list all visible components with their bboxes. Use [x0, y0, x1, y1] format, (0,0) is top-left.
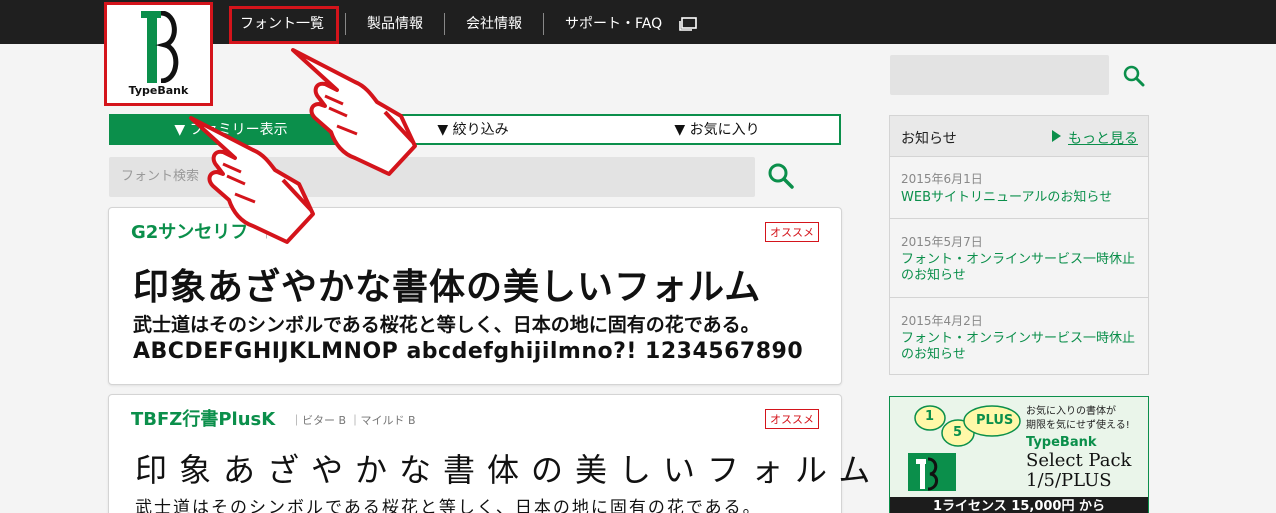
bubble-plus: PLUS — [976, 413, 1014, 428]
font-card[interactable]: TBFZ行書PlusK ｜ビター B ｜マイルド B オススメ 印象あざやかな書… — [108, 394, 870, 513]
news-item[interactable]: 2015年5月7日 フォント・オンラインサービス一時休止のお知らせ — [890, 219, 1148, 298]
page: { "nav": { "items": ["フォント一覧", "製品情報", "… — [0, 0, 1276, 513]
news-more-link[interactable]: もっと見る — [1068, 128, 1138, 148]
news-date: 2015年6月1日 — [901, 172, 983, 186]
news-panel: お知らせ もっと見る 2015年6月1日 WEBサイトリニューアルのお知らせ 2… — [889, 115, 1149, 375]
news-date: 2015年4月2日 — [901, 314, 983, 328]
promo-line2: 期限を気にせず使える! — [1026, 420, 1130, 431]
external-window-icon — [679, 17, 697, 31]
news-link[interactable]: フォント・オンラインサービス一時休止のお知らせ — [901, 331, 1141, 363]
bubble-five: 5 — [953, 425, 963, 440]
search-icon[interactable] — [1123, 65, 1145, 87]
tab-favorites[interactable]: ▼ お気に入り — [595, 116, 839, 143]
font-weights-label: ビター B ｜マイルド B — [302, 414, 416, 427]
nav-products[interactable]: 製品情報 — [367, 0, 423, 44]
font-name[interactable]: TBFZ行書PlusK — [131, 405, 275, 431]
typebank-logo[interactable]: TypeBank — [104, 2, 213, 106]
bubble-one: 1 — [925, 409, 935, 424]
sample-large: 印象あざやかな書体の美しいフォルム — [133, 267, 762, 308]
news-item[interactable]: 2015年4月2日 フォント・オンラインサービス一時休止のお知らせ — [890, 298, 1148, 374]
promo-price: 1ライセンス 15,000円 から — [890, 497, 1148, 513]
news-title: お知らせ — [901, 131, 957, 147]
arrow-right-icon — [1052, 130, 1061, 142]
nav-support-faq[interactable]: サポート・FAQ — [565, 0, 662, 44]
promo-tagline: お気に入りの書体が 期限を気にせず使える! — [1026, 405, 1130, 433]
highlight-box — [229, 6, 339, 44]
promo-brand: TypeBank — [1026, 435, 1097, 450]
promo-product-line2: 1/5/PLUS — [1026, 470, 1112, 491]
sample-mid: 武士道はそのシンボルである桜花と等しく、日本の地に固有の花である。 — [135, 498, 762, 513]
promo-product-line1: Select Pack — [1026, 450, 1132, 471]
font-weights: ｜ビター B ｜マイルド B — [291, 414, 416, 427]
sidebar-search-input[interactable] — [890, 55, 1109, 95]
nav-company[interactable]: 会社情報 — [466, 0, 522, 44]
sample-large: 印象あざやかな書体の美しいフォルム — [135, 451, 883, 489]
select-pack-banner[interactable]: 1 5 PLUS お気に入りの書体が 期限を気にせず使える! TypeBank … — [889, 396, 1149, 513]
recommended-badge: オススメ — [765, 222, 819, 242]
news-date: 2015年5月7日 — [901, 235, 983, 249]
recommended-badge: オススメ — [765, 409, 819, 429]
sample-mid: 武士道はそのシンボルである桜花と等しく、日本の地に固有の花である。 — [133, 314, 760, 336]
news-item[interactable]: 2015年6月1日 WEBサイトリニューアルのお知らせ — [890, 158, 1148, 219]
nav-divider — [345, 13, 346, 35]
news-link[interactable]: フォント・オンラインサービス一時休止のお知らせ — [901, 252, 1141, 284]
nav-divider — [543, 13, 544, 35]
news-link[interactable]: WEBサイトリニューアルのお知らせ — [901, 190, 1141, 206]
logo-text: TypeBank — [128, 84, 189, 97]
promo-line1: お気に入りの書体が — [1026, 406, 1116, 417]
pointing-hand-icon — [189, 116, 315, 244]
news-header: お知らせ もっと見る — [890, 116, 1148, 157]
sample-alphanumeric: ABCDEFGHIJKLMNOP abcdefghijilmno?! 12345… — [133, 339, 804, 364]
tb-logo-mark — [141, 11, 179, 83]
nav-divider — [444, 13, 445, 35]
search-icon[interactable] — [767, 162, 795, 190]
promo-product: Select Pack 1/5/PLUS — [1026, 451, 1131, 491]
